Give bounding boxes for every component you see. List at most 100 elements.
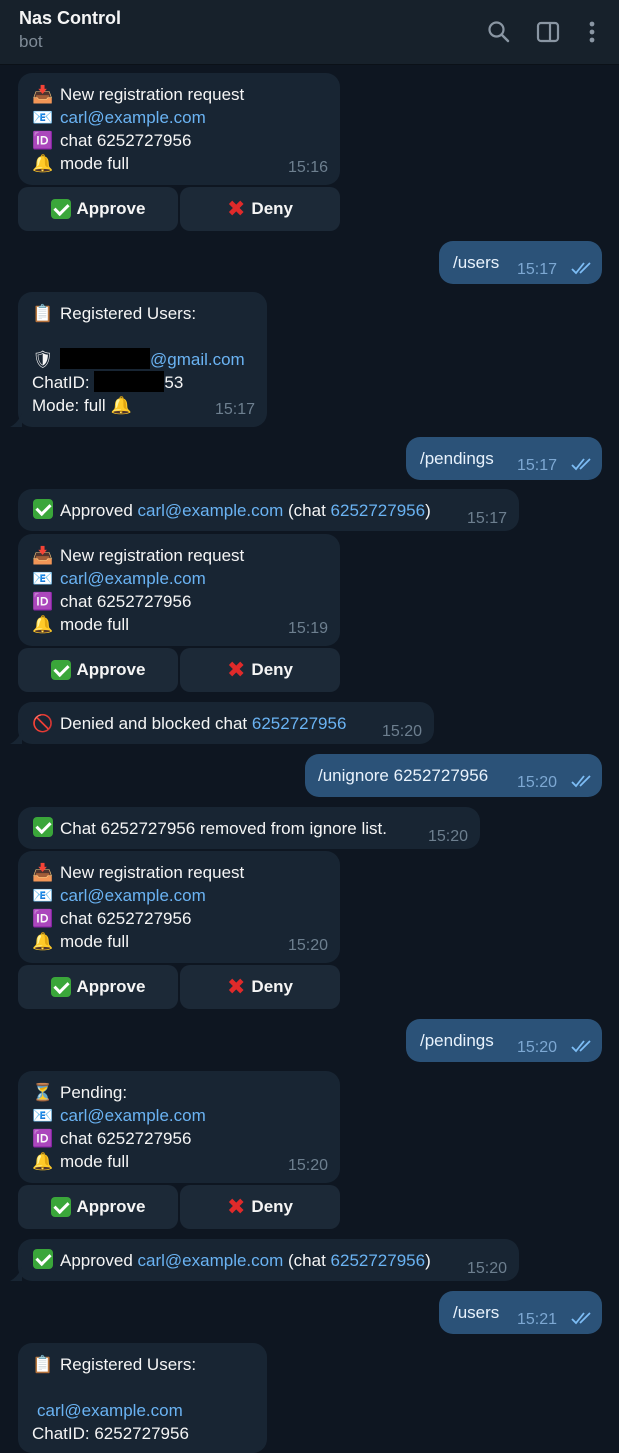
message-title: Pending: [60, 1083, 128, 1102]
sidebar-toggle-icon[interactable] [535, 19, 561, 45]
deny-button[interactable]: ✖ Deny [180, 965, 340, 1009]
message-title: Registered Users: [60, 304, 197, 323]
approve-label: Approve [76, 660, 146, 679]
message-title: New registration request [60, 85, 245, 104]
clipboard-emoji: 📋 [32, 1355, 54, 1374]
approved-text: Approved [60, 501, 133, 520]
email-link[interactable]: carl@example.com [37, 1401, 183, 1420]
message-time: 15:20 [287, 1157, 328, 1174]
check-mark-emoji [32, 1249, 54, 1272]
id-emoji: 🆔 [32, 131, 54, 150]
cross-mark-icon: ✖ [226, 196, 246, 221]
email-link[interactable]: carl@example.com [60, 886, 206, 905]
outgoing-message: /users 15:17 [439, 241, 602, 284]
message-registration-request: 📥 New registration request 📧 carl@example.… [18, 73, 340, 185]
deny-label: Deny [251, 977, 293, 996]
email-link[interactable]: carl@example.com [60, 1106, 206, 1125]
message-time: 15:17 [466, 510, 507, 527]
command-text[interactable]: /users [453, 251, 499, 274]
check-mark-icon [50, 1197, 71, 1217]
chat-title[interactable]: Nas Control [19, 8, 121, 29]
chat-id-link[interactable]: 6252727956 [331, 501, 426, 520]
bubble-tail [10, 730, 22, 744]
message-time: 15:17 [517, 261, 558, 278]
chat-id-text: chat 6252727956 [60, 131, 192, 150]
approve-button[interactable]: Approve [18, 648, 178, 692]
email-link[interactable]: carl@example.com [138, 1251, 284, 1270]
command-text[interactable]: /pendings [420, 447, 494, 470]
command-text[interactable]: /pendings [420, 1029, 494, 1052]
envelope-emoji: 📧 [32, 108, 54, 127]
message-title: New registration request [60, 546, 245, 565]
cross-mark-icon: ✖ [226, 657, 246, 682]
deny-label: Deny [251, 199, 293, 218]
mode-text: mode full [60, 932, 129, 951]
email-link[interactable]: carl@example.com [60, 569, 206, 588]
redacted-block [94, 371, 165, 392]
deny-button[interactable]: ✖ Deny [180, 1185, 340, 1229]
hourglass-emoji: ⏳ [32, 1083, 54, 1102]
message-registration-request: 📥 New registration request 📧 carl@example.… [18, 534, 340, 646]
message-registered-users: 📋 Registered Users: 🛡 @gmail.com ChatID: 5… [18, 292, 267, 427]
inbox-tray-emoji: 📥 [32, 863, 54, 882]
paren-close: ) [425, 501, 431, 520]
id-emoji: 🆔 [32, 909, 54, 928]
approve-button[interactable]: Approve [18, 1185, 178, 1229]
approve-button[interactable]: Approve [18, 187, 178, 231]
chatid-text: ChatID: 6252727956 [32, 1424, 189, 1443]
message-time: 15:20 [427, 828, 468, 845]
deny-label: Deny [251, 1197, 293, 1216]
message-time: 15:17 [517, 457, 558, 474]
double-check-icon [571, 1040, 591, 1053]
message-removed-from-ignore: Chat 6252727956 removed from ignore list… [18, 807, 480, 849]
shield-emoji: 🛡 [32, 350, 54, 369]
double-check-icon [571, 458, 591, 471]
approved-text: Approved [60, 1251, 133, 1270]
check-mark-icon [50, 660, 71, 680]
deny-button[interactable]: ✖ Deny [180, 648, 340, 692]
envelope-emoji: 📧 [32, 886, 54, 905]
message-approved: Approved carl@example.com (chat 62527279… [18, 489, 519, 531]
chat-id-text: chat 6252727956 [60, 909, 192, 928]
message-time: 15:20 [517, 1039, 558, 1056]
bell-emoji: 🔔 [32, 1152, 54, 1171]
email-link[interactable]: @gmail.com [150, 350, 245, 369]
email-link[interactable]: carl@example.com [138, 501, 284, 520]
outgoing-message: /unignore 6252727956 15:20 [305, 754, 602, 797]
check-mark-icon [50, 199, 71, 219]
message-title: Registered Users: [60, 1355, 197, 1374]
double-check-icon [571, 775, 591, 788]
search-icon[interactable] [486, 19, 512, 45]
check-mark-icon [50, 977, 71, 997]
envelope-emoji: 📧 [32, 1106, 54, 1125]
clipboard-emoji: 📋 [32, 304, 54, 323]
denied-text: Denied and blocked chat [60, 714, 248, 733]
chat-id-link[interactable]: 6252727956 [252, 714, 347, 733]
email-link[interactable]: carl@example.com [60, 108, 206, 127]
approve-label: Approve [76, 977, 146, 996]
id-emoji: 🆔 [32, 1129, 54, 1148]
double-check-icon [571, 262, 591, 275]
bell-emoji: 🔔 [32, 154, 54, 173]
prohibited-emoji: 🚫 [32, 714, 54, 733]
deny-button[interactable]: ✖ Deny [180, 187, 340, 231]
message-time: 15:16 [287, 159, 328, 176]
mode-text: Mode: full [32, 396, 106, 415]
chat-id-text: chat 6252727956 [60, 1129, 192, 1148]
message-time: 15:20 [466, 1260, 507, 1277]
approve-label: Approve [76, 1197, 146, 1216]
check-mark-emoji [32, 817, 54, 840]
chatid-suffix: 53 [164, 373, 184, 392]
redacted-block [60, 348, 150, 369]
check-mark-emoji [32, 499, 54, 522]
message-denied: 🚫 Denied and blocked chat 6252727956 15:2… [18, 702, 434, 744]
chat-id-text: chat 6252727956 [60, 592, 192, 611]
bell-emoji: 🔔 [110, 396, 132, 415]
command-text[interactable]: /unignore 6252727956 [318, 764, 488, 787]
command-text[interactable]: /users [453, 1301, 499, 1324]
id-emoji: 🆔 [32, 592, 54, 611]
more-vertical-icon[interactable] [579, 19, 605, 45]
chat-id-link[interactable]: 6252727956 [331, 1251, 426, 1270]
approve-button[interactable]: Approve [18, 965, 178, 1009]
mode-text: mode full [60, 615, 129, 634]
